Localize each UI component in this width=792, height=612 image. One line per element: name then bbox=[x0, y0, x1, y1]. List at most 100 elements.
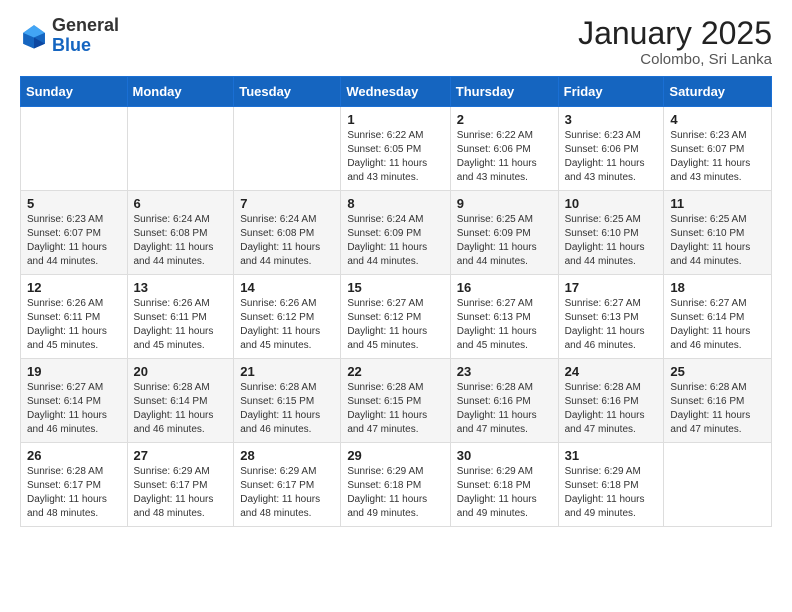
day-info: Sunrise: 6:28 AMSunset: 6:15 PMDaylight:… bbox=[347, 381, 443, 437]
day-cell: 16 Sunrise: 6:27 AMSunset: 6:13 PMDayligh… bbox=[450, 275, 558, 359]
day-cell: 23 Sunrise: 6:28 AMSunset: 6:16 PMDayligh… bbox=[450, 359, 558, 443]
logo: General Blue bbox=[20, 16, 119, 56]
week-row-1: 1 Sunrise: 6:22 AMSunset: 6:05 PMDaylight… bbox=[21, 107, 772, 191]
day-info: Sunrise: 6:25 AMSunset: 6:09 PMDaylight:… bbox=[457, 213, 552, 269]
day-info: Sunrise: 6:28 AMSunset: 6:16 PMDaylight:… bbox=[457, 381, 552, 437]
weekday-thursday: Thursday bbox=[450, 77, 558, 107]
day-cell: 31Sunrise: 6:29 AMSunset: 6:18 PMDayligh… bbox=[558, 443, 664, 527]
day-info: Sunrise: 6:28 AMSunset: 6:16 PMDaylight:… bbox=[565, 381, 658, 437]
day-info: Sunrise: 6:28 AMSunset: 6:17 PMDaylight:… bbox=[27, 465, 121, 521]
day-cell: 11Sunrise: 6:25 AMSunset: 6:10 PMDayligh… bbox=[664, 191, 772, 275]
day-info: Sunrise: 6:23 AMSunset: 6:06 PMDaylight:… bbox=[565, 129, 658, 185]
day-info: Sunrise: 6:25 AMSunset: 6:10 PMDaylight:… bbox=[565, 213, 658, 269]
day-cell: 4 Sunrise: 6:23 AMSunset: 6:07 PMDaylight… bbox=[664, 107, 772, 191]
day-number: 23 bbox=[457, 364, 552, 379]
weekday-saturday: Saturday bbox=[664, 77, 772, 107]
day-cell: 6Sunrise: 6:24 AMSunset: 6:08 PMDaylight… bbox=[127, 191, 234, 275]
day-number: 14 bbox=[240, 280, 334, 295]
day-info: Sunrise: 6:27 AMSunset: 6:14 PMDaylight:… bbox=[670, 297, 765, 353]
day-cell bbox=[664, 443, 772, 527]
day-number: 30 bbox=[457, 448, 552, 463]
weekday-sunday: Sunday bbox=[21, 77, 128, 107]
day-number: 3 bbox=[565, 112, 658, 127]
day-number: 8 bbox=[347, 196, 443, 211]
day-info: Sunrise: 6:29 AMSunset: 6:18 PMDaylight:… bbox=[565, 465, 658, 521]
day-cell: 14 Sunrise: 6:26 AMSunset: 6:12 PMDayligh… bbox=[234, 275, 341, 359]
title-block: January 2025 Colombo, Sri Lanka bbox=[578, 16, 772, 68]
day-cell: 20 Sunrise: 6:28 AMSunset: 6:14 PMDayligh… bbox=[127, 359, 234, 443]
day-number: 28 bbox=[240, 448, 334, 463]
day-cell: 3 Sunrise: 6:23 AMSunset: 6:06 PMDaylight… bbox=[558, 107, 664, 191]
day-cell: 5Sunrise: 6:23 AMSunset: 6:07 PMDaylight… bbox=[21, 191, 128, 275]
day-cell: 9Sunrise: 6:25 AMSunset: 6:09 PMDaylight… bbox=[450, 191, 558, 275]
day-number: 15 bbox=[347, 280, 443, 295]
day-cell: 7Sunrise: 6:24 AMSunset: 6:08 PMDaylight… bbox=[234, 191, 341, 275]
day-info: Sunrise: 6:27 AMSunset: 6:12 PMDaylight:… bbox=[347, 297, 443, 353]
day-cell: 8 Sunrise: 6:24 AMSunset: 6:09 PMDaylight… bbox=[341, 191, 450, 275]
day-info: Sunrise: 6:26 AMSunset: 6:11 PMDaylight:… bbox=[27, 297, 121, 353]
day-info: Sunrise: 6:28 AMSunset: 6:15 PMDaylight:… bbox=[240, 381, 334, 437]
weekday-friday: Friday bbox=[558, 77, 664, 107]
day-cell: 10 Sunrise: 6:25 AMSunset: 6:10 PMDayligh… bbox=[558, 191, 664, 275]
week-row-3: 12 Sunrise: 6:26 AMSunset: 6:11 PMDayligh… bbox=[21, 275, 772, 359]
day-cell: 27 Sunrise: 6:29 AMSunset: 6:17 PMDayligh… bbox=[127, 443, 234, 527]
day-info: Sunrise: 6:27 AMSunset: 6:13 PMDaylight:… bbox=[565, 297, 658, 353]
day-number: 21 bbox=[240, 364, 334, 379]
weekday-tuesday: Tuesday bbox=[234, 77, 341, 107]
day-number: 10 bbox=[565, 196, 658, 211]
day-cell: 30 Sunrise: 6:29 AMSunset: 6:18 PMDayligh… bbox=[450, 443, 558, 527]
week-row-4: 19 Sunrise: 6:27 AMSunset: 6:14 PMDayligh… bbox=[21, 359, 772, 443]
day-number: 20 bbox=[134, 364, 228, 379]
day-cell: 13Sunrise: 6:26 AMSunset: 6:11 PMDayligh… bbox=[127, 275, 234, 359]
day-info: Sunrise: 6:27 AMSunset: 6:14 PMDaylight:… bbox=[27, 381, 121, 437]
day-cell bbox=[21, 107, 128, 191]
day-cell: 19 Sunrise: 6:27 AMSunset: 6:14 PMDayligh… bbox=[21, 359, 128, 443]
logo-blue: Blue bbox=[52, 36, 119, 56]
day-number: 4 bbox=[670, 112, 765, 127]
weekday-wednesday: Wednesday bbox=[341, 77, 450, 107]
day-info: Sunrise: 6:29 AMSunset: 6:17 PMDaylight:… bbox=[240, 465, 334, 521]
day-number: 17 bbox=[565, 280, 658, 295]
day-info: Sunrise: 6:28 AMSunset: 6:14 PMDaylight:… bbox=[134, 381, 228, 437]
day-info: Sunrise: 6:23 AMSunset: 6:07 PMDaylight:… bbox=[670, 129, 765, 185]
day-cell bbox=[127, 107, 234, 191]
day-number: 16 bbox=[457, 280, 552, 295]
day-info: Sunrise: 6:22 AMSunset: 6:06 PMDaylight:… bbox=[457, 129, 552, 185]
day-info: Sunrise: 6:22 AMSunset: 6:05 PMDaylight:… bbox=[347, 129, 443, 185]
day-info: Sunrise: 6:26 AMSunset: 6:12 PMDaylight:… bbox=[240, 297, 334, 353]
day-info: Sunrise: 6:24 AMSunset: 6:09 PMDaylight:… bbox=[347, 213, 443, 269]
location: Colombo, Sri Lanka bbox=[578, 51, 772, 68]
day-number: 12 bbox=[27, 280, 121, 295]
day-info: Sunrise: 6:26 AMSunset: 6:11 PMDaylight:… bbox=[134, 297, 228, 353]
day-info: Sunrise: 6:23 AMSunset: 6:07 PMDaylight:… bbox=[27, 213, 121, 269]
day-info: Sunrise: 6:27 AMSunset: 6:13 PMDaylight:… bbox=[457, 297, 552, 353]
logo-icon bbox=[20, 22, 48, 50]
header: General Blue January 2025 Colombo, Sri L… bbox=[20, 16, 772, 68]
day-cell: 24 Sunrise: 6:28 AMSunset: 6:16 PMDayligh… bbox=[558, 359, 664, 443]
day-cell: 17 Sunrise: 6:27 AMSunset: 6:13 PMDayligh… bbox=[558, 275, 664, 359]
day-cell bbox=[234, 107, 341, 191]
logo-general: General bbox=[52, 16, 119, 36]
weekday-header-row: SundayMondayTuesdayWednesdayThursdayFrid… bbox=[21, 77, 772, 107]
day-cell: 21 Sunrise: 6:28 AMSunset: 6:15 PMDayligh… bbox=[234, 359, 341, 443]
day-info: Sunrise: 6:29 AMSunset: 6:18 PMDaylight:… bbox=[457, 465, 552, 521]
day-number: 27 bbox=[134, 448, 228, 463]
day-info: Sunrise: 6:24 AMSunset: 6:08 PMDaylight:… bbox=[240, 213, 334, 269]
day-number: 24 bbox=[565, 364, 658, 379]
logo-text: General Blue bbox=[52, 16, 119, 56]
day-cell: 28 Sunrise: 6:29 AMSunset: 6:17 PMDayligh… bbox=[234, 443, 341, 527]
day-number: 22 bbox=[347, 364, 443, 379]
day-cell: 2Sunrise: 6:22 AMSunset: 6:06 PMDaylight… bbox=[450, 107, 558, 191]
day-number: 6 bbox=[134, 196, 228, 211]
day-number: 1 bbox=[347, 112, 443, 127]
weekday-monday: Monday bbox=[127, 77, 234, 107]
day-info: Sunrise: 6:28 AMSunset: 6:16 PMDaylight:… bbox=[670, 381, 765, 437]
day-info: Sunrise: 6:29 AMSunset: 6:17 PMDaylight:… bbox=[134, 465, 228, 521]
day-number: 18 bbox=[670, 280, 765, 295]
day-cell: 1 Sunrise: 6:22 AMSunset: 6:05 PMDaylight… bbox=[341, 107, 450, 191]
day-cell: 18 Sunrise: 6:27 AMSunset: 6:14 PMDayligh… bbox=[664, 275, 772, 359]
page: General Blue January 2025 Colombo, Sri L… bbox=[0, 0, 792, 612]
week-row-2: 5Sunrise: 6:23 AMSunset: 6:07 PMDaylight… bbox=[21, 191, 772, 275]
day-number: 19 bbox=[27, 364, 121, 379]
day-number: 11 bbox=[670, 196, 765, 211]
